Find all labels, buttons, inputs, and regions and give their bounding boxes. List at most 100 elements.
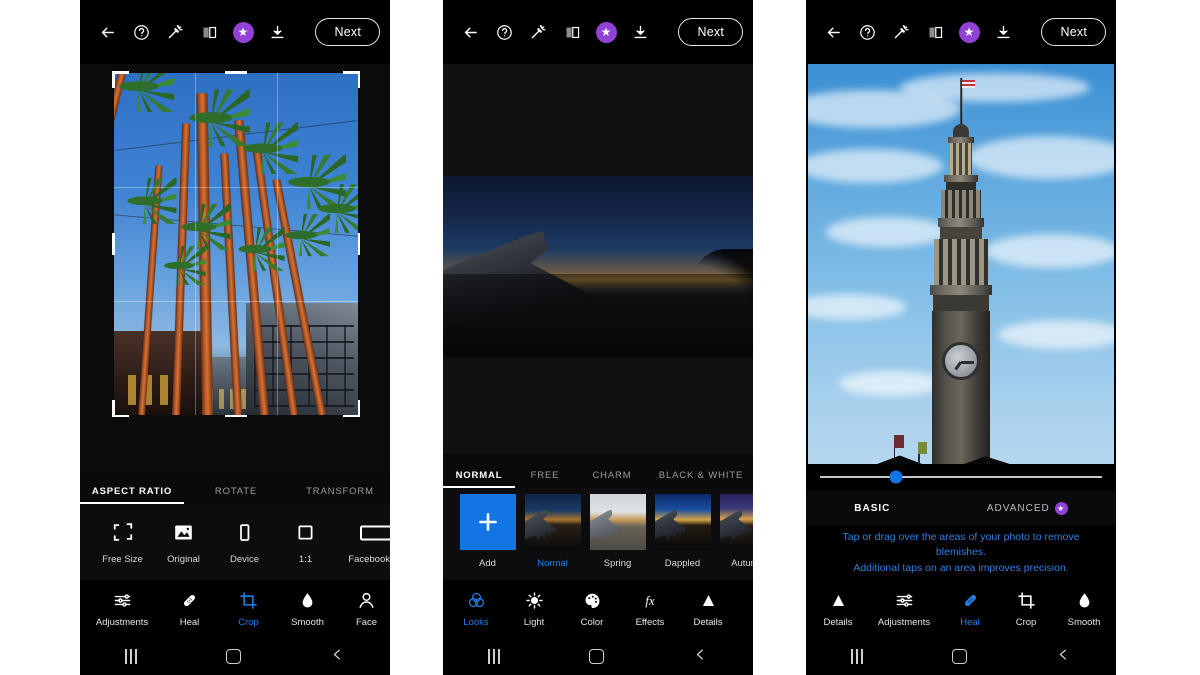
download-icon[interactable] [623, 15, 657, 49]
home-button[interactable] [951, 649, 967, 664]
palm-tree-photo[interactable] [114, 73, 358, 415]
back-button[interactable] [330, 647, 345, 667]
mode-advanced-label: ADVANCED [986, 502, 1050, 514]
tab-free[interactable]: FREE [515, 470, 575, 488]
mode-basic[interactable]: BASIC [854, 503, 890, 514]
tool-label: Crop [238, 617, 259, 628]
look-normal[interactable]: Normal [520, 494, 585, 569]
tab-charm[interactable]: CHARM [575, 470, 649, 488]
compare-split-icon[interactable] [192, 15, 226, 49]
heal-canvas[interactable] [806, 64, 1116, 490]
tool-face[interactable]: Face [337, 590, 390, 628]
tool-smooth[interactable]: Smooth [1054, 590, 1114, 628]
ratio-label: Device [229, 554, 260, 565]
look-label: Normal [537, 558, 568, 569]
tool-details[interactable]: Details [810, 590, 866, 628]
look-dappled[interactable]: Dappled [650, 494, 715, 569]
slider-track[interactable] [820, 470, 1102, 484]
next-button[interactable]: Next [315, 18, 380, 46]
tool-adjustments[interactable]: Adjustments [84, 590, 160, 628]
premium-star-icon[interactable]: ★ [589, 15, 623, 49]
brush-size-slider[interactable] [806, 464, 1116, 490]
tool-effects[interactable]: fx Effects [621, 590, 679, 628]
clock-tower-photo[interactable] [808, 64, 1114, 490]
look-autumn[interactable]: Autumn [715, 494, 753, 569]
tool-looks[interactable]: Looks [447, 590, 505, 628]
ratio-facebook-ad[interactable]: Facebook Ad [336, 519, 390, 565]
clock-hand-minute [961, 361, 974, 364]
tab-aspect-ratio[interactable]: ASPECT RATIO [80, 486, 184, 504]
tower-cupola-dome [953, 124, 969, 138]
look-thumbnail [719, 494, 753, 550]
recents-button[interactable] [487, 649, 500, 664]
airplane-wing-photo[interactable] [443, 176, 753, 358]
download-icon[interactable] [986, 15, 1020, 49]
look-spring[interactable]: Spring [585, 494, 650, 569]
american-flag-icon [962, 80, 975, 88]
ratio-1-1[interactable]: 1:1 [275, 519, 336, 565]
tab-black-and-white[interactable]: BLACK & WHITE [649, 470, 753, 488]
home-button[interactable] [588, 649, 604, 664]
ratio-original[interactable]: Original [153, 519, 214, 565]
wide-rect-icon [359, 519, 390, 545]
back-button[interactable] [693, 647, 708, 667]
recents-button[interactable] [124, 649, 137, 664]
bandage-icon [180, 590, 199, 610]
tool-bar-3[interactable]: Details Adjustments Heal Crop Smooth [806, 580, 1116, 638]
help-circle-icon[interactable] [850, 15, 884, 49]
help-circle-icon[interactable] [487, 15, 521, 49]
compare-split-icon[interactable] [555, 15, 589, 49]
tool-crop[interactable]: Crop [998, 590, 1054, 628]
tool-label: Color [580, 617, 604, 628]
look-label: Autumn [731, 558, 753, 569]
tool-bar-1[interactable]: Adjustments Heal Crop Smooth Face [80, 580, 390, 638]
back-arrow-icon[interactable] [816, 15, 850, 49]
tool-adjustments[interactable]: Adjustments [866, 590, 942, 628]
premium-star-badge: ★ [232, 21, 254, 43]
premium-star-icon[interactable]: ★ [226, 15, 260, 49]
premium-star-icon[interactable]: ★ [952, 15, 986, 49]
aspect-ratio-list[interactable]: Free Size Original Device 1:1 Facebook [80, 504, 390, 580]
tool-crop[interactable]: Crop [219, 590, 278, 628]
back-arrow-icon[interactable] [453, 15, 487, 49]
tab-transform[interactable]: TRANSFORM [288, 486, 390, 504]
slider-knob[interactable] [889, 470, 903, 484]
tool-label: Adjustments [95, 617, 149, 628]
tool-heal[interactable]: Heal [942, 590, 998, 628]
tower-band-lower [933, 295, 989, 311]
ratio-free-size[interactable]: Free Size [92, 519, 153, 565]
ratio-device[interactable]: Device [214, 519, 275, 565]
tool-smooth[interactable]: Smooth [278, 590, 337, 628]
next-button[interactable]: Next [678, 18, 743, 46]
tool-light[interactable]: Light [505, 590, 563, 628]
left-margin [0, 0, 80, 675]
tool-adjustments[interactable]: Adju [737, 590, 753, 628]
download-icon[interactable] [260, 15, 294, 49]
magic-wand-icon[interactable] [884, 15, 918, 49]
tool-color[interactable]: Color [563, 590, 621, 628]
heal-mode-row[interactable]: BASIC ADVANCED ★ [806, 490, 1116, 526]
back-arrow-icon[interactable] [90, 15, 124, 49]
mode-advanced[interactable]: ADVANCED ★ [986, 501, 1068, 515]
looks-canvas[interactable] [443, 64, 753, 454]
crop-canvas[interactable] [80, 64, 390, 470]
magic-wand-icon[interactable] [158, 15, 192, 49]
droplet-icon [1075, 590, 1094, 610]
tool-label: Details [823, 617, 853, 628]
tool-details[interactable]: Details [679, 590, 737, 628]
back-button[interactable] [1056, 647, 1071, 667]
look-add[interactable]: Add [455, 494, 520, 569]
compare-split-icon[interactable] [918, 15, 952, 49]
looks-preset-list[interactable]: Add Normal Spring Dappled Autu [443, 488, 753, 580]
recents-button[interactable] [850, 649, 863, 664]
palm-frond [152, 246, 206, 285]
home-button[interactable] [225, 649, 241, 664]
magic-wand-icon[interactable] [521, 15, 555, 49]
tab-rotate[interactable]: ROTATE [184, 486, 288, 504]
tab-normal[interactable]: NORMAL [443, 470, 515, 488]
next-button[interactable]: Next [1041, 18, 1106, 46]
help-circle-icon[interactable] [124, 15, 158, 49]
tool-heal[interactable]: Heal [160, 590, 219, 628]
building-left [114, 331, 206, 415]
tool-bar-2[interactable]: Looks Light Color fx Effects Details [443, 580, 753, 638]
